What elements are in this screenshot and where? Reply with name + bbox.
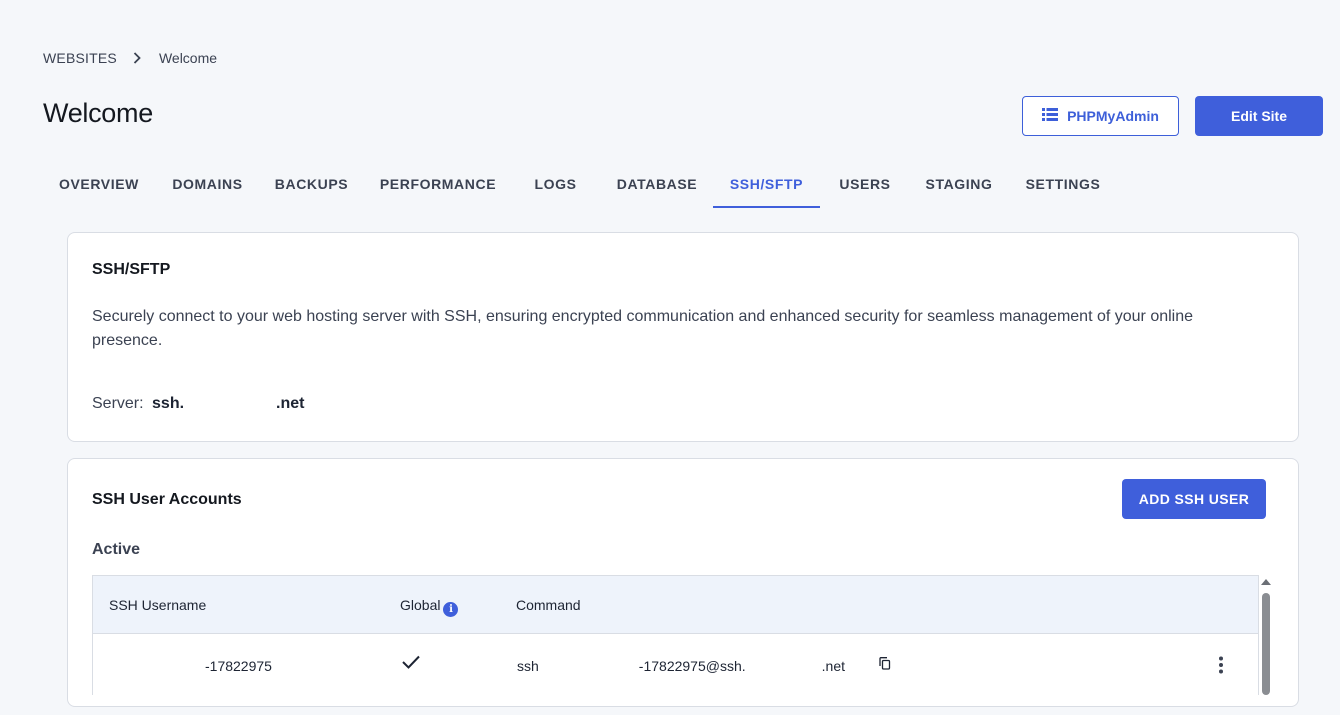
table-header: SSH Username Global i Command — [93, 576, 1258, 634]
list-icon — [1042, 108, 1059, 124]
scrollbar-thumb[interactable] — [1262, 593, 1270, 695]
more-options-icon[interactable] — [1218, 656, 1224, 677]
copy-icon[interactable] — [879, 657, 891, 673]
table-scrollbar[interactable] — [1259, 575, 1273, 695]
phpmyadmin-button[interactable]: PHPMyAdmin — [1022, 96, 1179, 136]
server-value[interactable]: ssh. .net — [152, 395, 304, 412]
add-ssh-user-button[interactable]: ADD SSH USER — [1122, 479, 1266, 519]
ssh-accounts-card: SSH User Accounts ADD SSH USER Active SS… — [67, 458, 1299, 707]
server-label: Server: — [92, 395, 144, 412]
phpmyadmin-label: PHPMyAdmin — [1067, 108, 1159, 124]
page-title: Welcome — [43, 98, 153, 128]
tab-logs[interactable]: LOGS — [518, 164, 593, 208]
ssh-info-card: SSH/SFTP Securely connect to your web ho… — [67, 232, 1299, 442]
tab-users[interactable]: USERS — [830, 164, 900, 208]
breadcrumb: WEBSITES Welcome — [43, 50, 217, 66]
scroll-up-arrow-icon[interactable] — [1261, 579, 1271, 585]
tab-staging[interactable]: STAGING — [915, 164, 1003, 208]
tab-bar: OVERVIEW DOMAINS BACKUPS PERFORMANCE LOG… — [43, 164, 1143, 208]
tab-domains[interactable]: DOMAINS — [160, 164, 255, 208]
edit-site-button[interactable]: Edit Site — [1195, 96, 1323, 136]
ssh-description: Securely connect to your web hosting ser… — [92, 308, 1194, 349]
ssh-card-title: SSH/SFTP — [92, 261, 171, 278]
tab-performance[interactable]: PERFORMANCE — [368, 164, 508, 208]
tab-settings[interactable]: SETTINGS — [1015, 164, 1111, 208]
tab-ssh-sftp[interactable]: SSH/SFTP — [713, 164, 820, 208]
row-command: ssh -17822975@ssh. .net — [517, 658, 845, 674]
tab-overview[interactable]: OVERVIEW — [43, 164, 155, 208]
info-icon[interactable]: i — [443, 602, 459, 617]
tab-backups[interactable]: BACKUPS — [265, 164, 358, 208]
tab-database[interactable]: DATABASE — [603, 164, 711, 208]
column-ssh-username: SSH Username — [109, 597, 207, 613]
accounts-card-title: SSH User Accounts — [92, 491, 242, 508]
chevron-right-icon — [133, 52, 141, 64]
server-row: Server: ssh. .net — [92, 395, 305, 413]
breadcrumb-current: Welcome — [158, 50, 218, 66]
column-command: Command — [516, 597, 581, 613]
row-username: -17822975 — [205, 658, 272, 674]
ssh-users-table: SSH Username Global i Command -17822975 s… — [92, 575, 1259, 695]
column-global: Global i — [400, 597, 459, 617]
breadcrumb-websites-link[interactable]: WEBSITES — [43, 50, 117, 66]
active-section-label: Active — [92, 541, 141, 558]
check-icon — [401, 654, 421, 673]
